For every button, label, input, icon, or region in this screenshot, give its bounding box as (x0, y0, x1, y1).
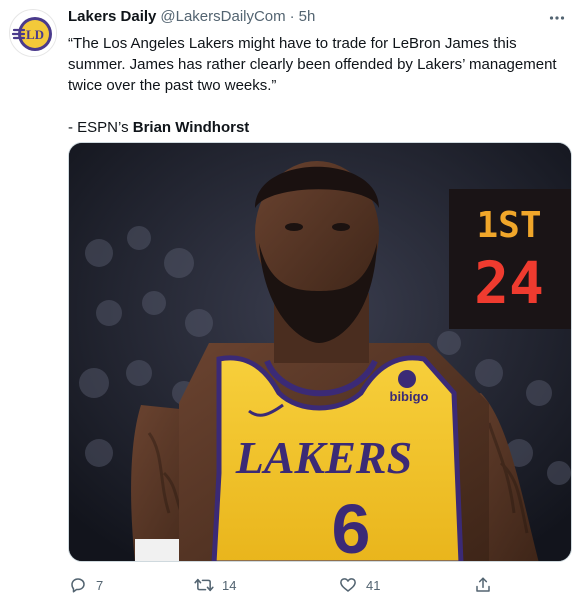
tweet-timestamp[interactable]: 5h (299, 8, 316, 25)
tweet-header: Lakers Daily @LakersDailyCom · 5h (68, 8, 315, 28)
svg-text:LD: LD (26, 27, 44, 42)
tweet-actions: 7 14 41 (68, 574, 508, 596)
scoreboard-value: 24 (474, 249, 544, 317)
more-options-button[interactable] (545, 6, 569, 30)
attribution-name: Brian Windhorst (132, 119, 250, 136)
more-horizontal-icon (549, 16, 565, 20)
like-button[interactable]: 41 (338, 574, 380, 596)
attribution-prefix: - ESPN’s (68, 119, 133, 136)
lebron-photo: 1ST 24 LAKERS 6 bibigo (69, 143, 571, 562)
scoreboard-label: 1ST (476, 205, 541, 246)
tweet-attribution: - ESPN’s Brian Windhorst (68, 117, 573, 138)
author-avatar[interactable]: LD (9, 9, 57, 57)
author-display-name[interactable]: Lakers Daily (68, 8, 156, 25)
author-handle[interactable]: @LakersDailyCom (160, 8, 285, 25)
tweet-text: “The Los Angeles Lakers might have to tr… (68, 33, 573, 138)
tweet-quote: “The Los Angeles Lakers might have to tr… (68, 35, 557, 94)
reply-icon (68, 575, 88, 595)
share-button[interactable] (473, 574, 493, 596)
retweet-icon (194, 575, 214, 595)
jersey-wordmark: LAKERS (235, 432, 412, 483)
reply-count: 7 (96, 577, 104, 593)
shot-clock: 1ST 24 (449, 189, 571, 329)
reply-button[interactable]: 7 (68, 574, 103, 596)
jersey-sponsor: bibigo (390, 389, 429, 404)
like-count: 41 (366, 577, 381, 593)
share-icon (473, 575, 493, 595)
jersey-number: 6 (332, 490, 371, 562)
retweet-count: 14 (222, 577, 237, 593)
heart-icon (338, 575, 358, 595)
retweet-button[interactable]: 14 (194, 574, 236, 596)
tweet-photo[interactable]: 1ST 24 LAKERS 6 bibigo (68, 142, 572, 562)
tweet-card[interactable]: LD Lakers Daily @LakersDailyCom · 5h “Th… (0, 0, 581, 607)
header-separator: · (289, 8, 295, 25)
lakers-daily-logo: LD (11, 11, 56, 56)
